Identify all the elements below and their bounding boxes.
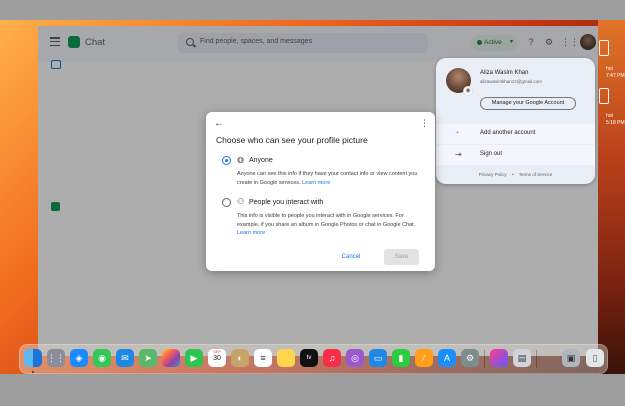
terms-link[interactable]: Terms of Service — [519, 172, 553, 177]
shortcuts-icon[interactable] — [490, 349, 508, 367]
option-anyone-description: Anyone can see this info if they have yo… — [237, 171, 418, 186]
running-indicator — [32, 371, 34, 373]
manage-account-button[interactable]: Manage your Google Account — [480, 97, 576, 110]
add-account-row[interactable]: ⁺ Add another account — [436, 124, 595, 144]
learn-more-link[interactable]: Learn more — [237, 230, 265, 236]
option-interact-description: This info is visible to people you inter… — [237, 213, 416, 236]
add-account-label: Add another account — [480, 130, 536, 136]
safari-icon[interactable]: ◈ — [70, 349, 88, 367]
privacy-policy-link[interactable]: Privacy Policy — [479, 172, 507, 177]
option-interact-label: People you interact with — [249, 199, 324, 206]
contacts-icon[interactable]: ◐ — [231, 349, 249, 367]
people-icon: ⚇ — [237, 197, 245, 206]
option-anyone-label: Anyone — [249, 157, 273, 164]
account-footer: Privacy Policy • Terms of Service — [436, 172, 595, 177]
desktop-widget-label: hot 7:47 PM — [606, 66, 625, 79]
save-button[interactable]: Save — [384, 249, 419, 265]
maps-icon[interactable]: ➤ — [139, 349, 157, 367]
desktop-widget-icon[interactable] — [599, 88, 609, 104]
system-preferences-icon[interactable]: ⚙ — [461, 349, 479, 367]
sign-out-row[interactable]: ⇥ Sign out — [436, 145, 595, 165]
finder-icon[interactable] — [24, 349, 42, 367]
dialog-title: Choose who can see your profile picture — [216, 135, 368, 145]
numbers-icon[interactable]: ▮ — [392, 349, 410, 367]
cancel-button[interactable]: Cancel — [336, 251, 366, 263]
notes-icon[interactable] — [277, 349, 295, 367]
screen-bottom — [0, 374, 625, 406]
messages-icon[interactable]: ◉ — [93, 349, 111, 367]
sign-out-label: Sign out — [480, 151, 503, 157]
sign-out-icon: ⇥ — [455, 150, 462, 159]
dock-separator — [484, 350, 485, 368]
add-person-icon: ⁺ — [455, 129, 460, 138]
app-store-icon[interactable]: A — [438, 349, 456, 367]
trash-icon[interactable]: ▯ — [586, 349, 604, 367]
facetime-icon[interactable]: ▶ — [185, 349, 203, 367]
podcasts-icon[interactable]: ◎ — [346, 349, 364, 367]
launchpad-icon[interactable]: ⋮⋮ — [47, 349, 65, 367]
keynote-icon[interactable]: ▭ — [369, 349, 387, 367]
preview-icon[interactable]: ▤ — [513, 349, 531, 367]
photos-icon[interactable] — [162, 349, 180, 367]
learn-more-link[interactable]: Learn more — [302, 180, 330, 186]
radio-people-you-interact-with[interactable] — [222, 198, 231, 207]
back-arrow-icon[interactable]: ← — [214, 118, 224, 129]
account-name: Aliza Wasim Khan — [480, 70, 529, 76]
music-icon[interactable]: ♫ — [323, 349, 341, 367]
desktop-widget-label: hot 5:18 PM — [606, 113, 625, 126]
mail-icon[interactable]: ✉ — [116, 349, 134, 367]
screenshot-icon[interactable]: ▣ — [562, 349, 580, 367]
globe-icon: ◍ — [237, 155, 244, 164]
camera-icon[interactable]: ◉ — [463, 86, 473, 96]
apple-tv-icon[interactable]: tv — [300, 349, 318, 367]
more-options-icon[interactable]: ⋮ — [420, 118, 429, 129]
profile-picture-visibility-dialog: ← ⋮ Choose who can see your profile pict… — [206, 112, 435, 271]
dock-separator — [536, 350, 537, 368]
dock: ⋮⋮ ◈ ◉ ✉ ➤ ▶ SEP 30 ◐ ≡ tv ♫ ◎ ▭ ▮ ∕ A ⚙… — [19, 344, 608, 374]
calendar-icon[interactable]: SEP 30 — [208, 349, 226, 367]
pages-icon[interactable]: ∕ — [415, 349, 433, 367]
account-popover: ◉ Aliza Wasim Khan alizawasimkhan12@gmai… — [436, 58, 595, 184]
account-email: alizawasimkhan12@gmail.com — [480, 79, 542, 84]
reminders-icon[interactable]: ≡ — [254, 349, 272, 367]
footer-separator: • — [511, 172, 514, 177]
desktop-widget-icon[interactable] — [599, 40, 609, 56]
radio-anyone[interactable] — [222, 156, 231, 165]
